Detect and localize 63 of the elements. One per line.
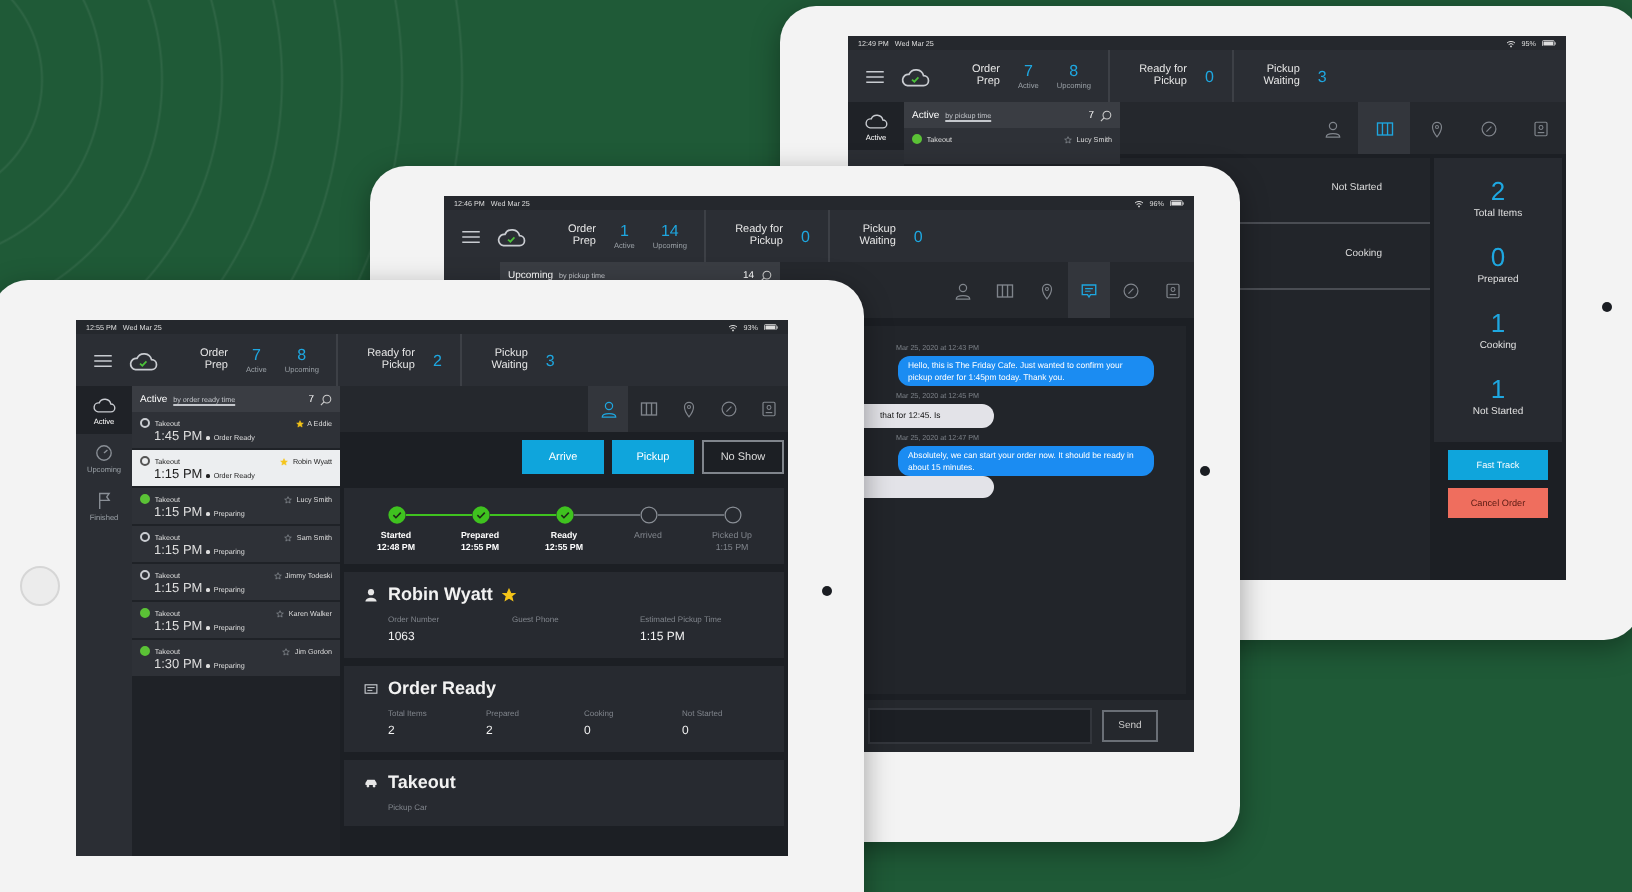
- clock-icon: [1122, 281, 1140, 299]
- location-pin-icon: [1038, 281, 1056, 299]
- tab[interactable]: [1068, 262, 1110, 318]
- stat-count: 0: [1204, 67, 1214, 85]
- search-icon[interactable]: [320, 393, 332, 405]
- battery-icon: [1542, 39, 1556, 47]
- cloud-icon: [900, 65, 930, 87]
- stat-count: 3: [1317, 67, 1327, 85]
- person-icon: [954, 281, 972, 299]
- stat-count: 7: [1023, 62, 1033, 80]
- clock-icon: [719, 400, 737, 418]
- location-pin-icon: [679, 400, 697, 418]
- summary-count: 1: [1490, 376, 1506, 402]
- chat-icon: [1080, 281, 1098, 299]
- stat-count: 7: [251, 346, 261, 364]
- location-pin-icon: [1427, 119, 1445, 137]
- columns-icon: [1375, 119, 1393, 137]
- camera-dot: [1200, 466, 1210, 476]
- columns-icon: [639, 400, 657, 418]
- columns-icon: [996, 281, 1014, 299]
- menu-icon[interactable]: [94, 353, 112, 367]
- summary-count: 2: [1490, 178, 1506, 204]
- customer-name: Robin Wyatt: [388, 584, 493, 605]
- card-title: Order Ready: [388, 678, 497, 699]
- cloud-icon: [496, 225, 526, 247]
- stat-count: 8: [297, 346, 307, 364]
- battery-icon: [1170, 199, 1184, 207]
- person-icon: [599, 400, 617, 418]
- tab[interactable]: [588, 386, 628, 432]
- wifi-icon: [1133, 199, 1144, 207]
- clock-icon: [1479, 119, 1497, 137]
- stat-count: 2: [432, 351, 442, 369]
- menu-icon[interactable]: [866, 69, 884, 83]
- cloud-icon: [864, 111, 888, 129]
- receipt-icon: [364, 681, 378, 696]
- stat-count: 8: [1069, 62, 1079, 80]
- wifi-icon: [1505, 39, 1516, 47]
- stat-count: 0: [800, 227, 810, 245]
- clock-icon: [92, 443, 116, 461]
- search-icon[interactable]: [760, 269, 772, 281]
- cloud-icon: [128, 349, 158, 371]
- card-title: Takeout: [388, 772, 456, 793]
- camera-dot: [822, 586, 832, 596]
- stat-count: 0: [913, 227, 923, 245]
- stat-count: 1: [619, 222, 629, 240]
- summary-count: 0: [1490, 244, 1506, 270]
- summary-count: 1: [1490, 310, 1506, 336]
- stat-count: 14: [660, 222, 679, 240]
- search-icon[interactable]: [1100, 109, 1112, 121]
- cloud-icon: [92, 395, 116, 413]
- person-icon: [1323, 119, 1341, 137]
- menu-icon[interactable]: [462, 229, 480, 243]
- contact-card-icon: [1164, 281, 1182, 299]
- stat-count: 3: [545, 351, 555, 369]
- person-icon: [364, 587, 378, 602]
- tab[interactable]: [1358, 102, 1410, 154]
- contact-card-icon: [1531, 119, 1549, 137]
- contact-card-icon: [759, 400, 777, 418]
- camera-dot: [1602, 302, 1612, 312]
- battery-icon: [764, 323, 778, 331]
- wifi-icon: [727, 323, 738, 331]
- car-icon: [364, 775, 378, 790]
- message-field[interactable]: [868, 708, 1092, 744]
